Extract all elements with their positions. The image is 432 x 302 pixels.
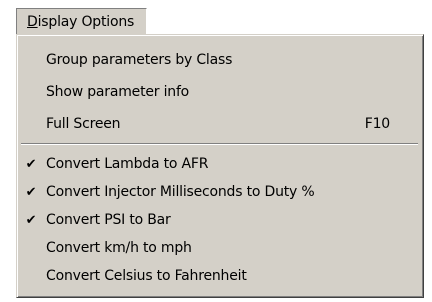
- menu-item-convert-psi-bar[interactable]: ✔ Convert PSI to Bar: [19, 208, 420, 232]
- menu-separator: [21, 143, 418, 145]
- menu-item-convert-injector-duty[interactable]: ✔ Convert Injector Milliseconds to Duty …: [19, 180, 420, 204]
- menu-item-label: Show parameter info: [46, 84, 190, 100]
- menu-item-label: Convert Lambda to AFR: [46, 156, 209, 172]
- menu-title-rest: isplay Options: [37, 13, 135, 30]
- checkmark-icon: ✔: [25, 212, 37, 228]
- menu-item-convert-lambda-afr[interactable]: ✔ Convert Lambda to AFR: [19, 152, 420, 176]
- display-options-menu[interactable]: Display Options: [16, 8, 148, 34]
- display-options-dropdown: Group parameters by Class Show parameter…: [16, 34, 424, 298]
- menu-item-label: Convert km/h to mph: [46, 240, 192, 256]
- checkmark-icon: ✔: [25, 184, 37, 200]
- menu-item-label: Group parameters by Class: [46, 52, 233, 68]
- shortcut-label: F10: [364, 116, 390, 132]
- menu-item-label: Full Screen: [46, 116, 121, 132]
- menu-item-label: Convert PSI to Bar: [46, 212, 171, 228]
- menu-item-convert-celsius-fahrenheit[interactable]: Convert Celsius to Fahrenheit: [19, 264, 420, 288]
- menu-item-convert-kmh-mph[interactable]: Convert km/h to mph: [19, 236, 420, 260]
- menu-item-full-screen[interactable]: Full Screen F10: [19, 112, 420, 136]
- menu-title-mnemonic: D: [27, 13, 38, 30]
- menu-item-label: Convert Celsius to Fahrenheit: [46, 268, 247, 284]
- menu-item-label: Convert Injector Milliseconds to Duty %: [46, 184, 315, 200]
- menu-item-group-by-class[interactable]: Group parameters by Class: [19, 48, 420, 72]
- menu-item-show-parameter-info[interactable]: Show parameter info: [19, 80, 420, 104]
- checkmark-icon: ✔: [25, 156, 37, 172]
